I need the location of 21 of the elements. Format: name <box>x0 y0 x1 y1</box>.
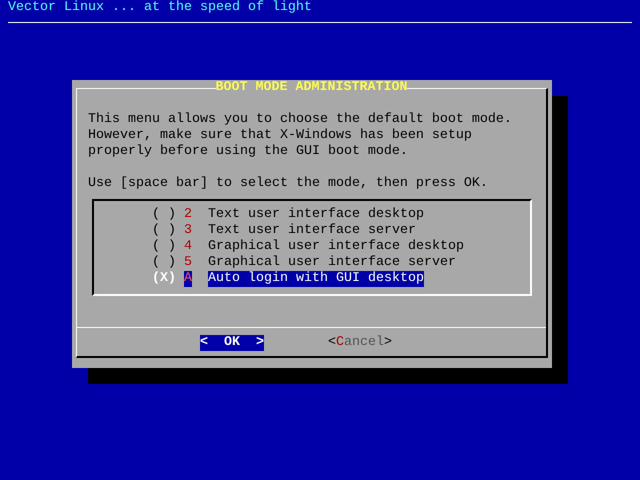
option-label[interactable]: Graphical user interface server <box>208 255 456 271</box>
hotkey-label: 4 <box>184 239 192 255</box>
option-label[interactable]: Text user interface desktop <box>208 207 424 223</box>
hotkey-label: 5 <box>184 255 192 271</box>
radio-button[interactable]: ( ) <box>152 255 176 271</box>
message-text: properly before using the GUI boot mode. <box>88 144 409 160</box>
hotkey-label: A <box>184 271 192 287</box>
hotkey-label: 3 <box>184 223 192 239</box>
radio-button[interactable]: ( ) <box>152 207 176 223</box>
dialog-button[interactable]: <Cancel> <box>328 335 392 351</box>
radio-button[interactable]: ( ) <box>152 223 176 239</box>
message-text: Use [space bar] to select the mode, then press OK. <box>88 176 489 192</box>
option-label[interactable]: Auto login with GUI desktop <box>208 271 424 287</box>
message-text: This menu allows you to choose the default boot mode. <box>88 112 513 128</box>
backtitle: Vector Linux ... at the speed of light <box>7 0 313 16</box>
option-label[interactable]: Graphical user interface desktop <box>208 239 464 255</box>
option-label[interactable]: Text user interface server <box>208 223 416 239</box>
message-text: However, make sure that X-Windows has been setup <box>88 128 473 144</box>
radio-button[interactable]: ( ) <box>152 239 176 255</box>
dialog-button[interactable]: < OK > <box>200 335 264 351</box>
hotkey-label: 2 <box>184 207 192 223</box>
